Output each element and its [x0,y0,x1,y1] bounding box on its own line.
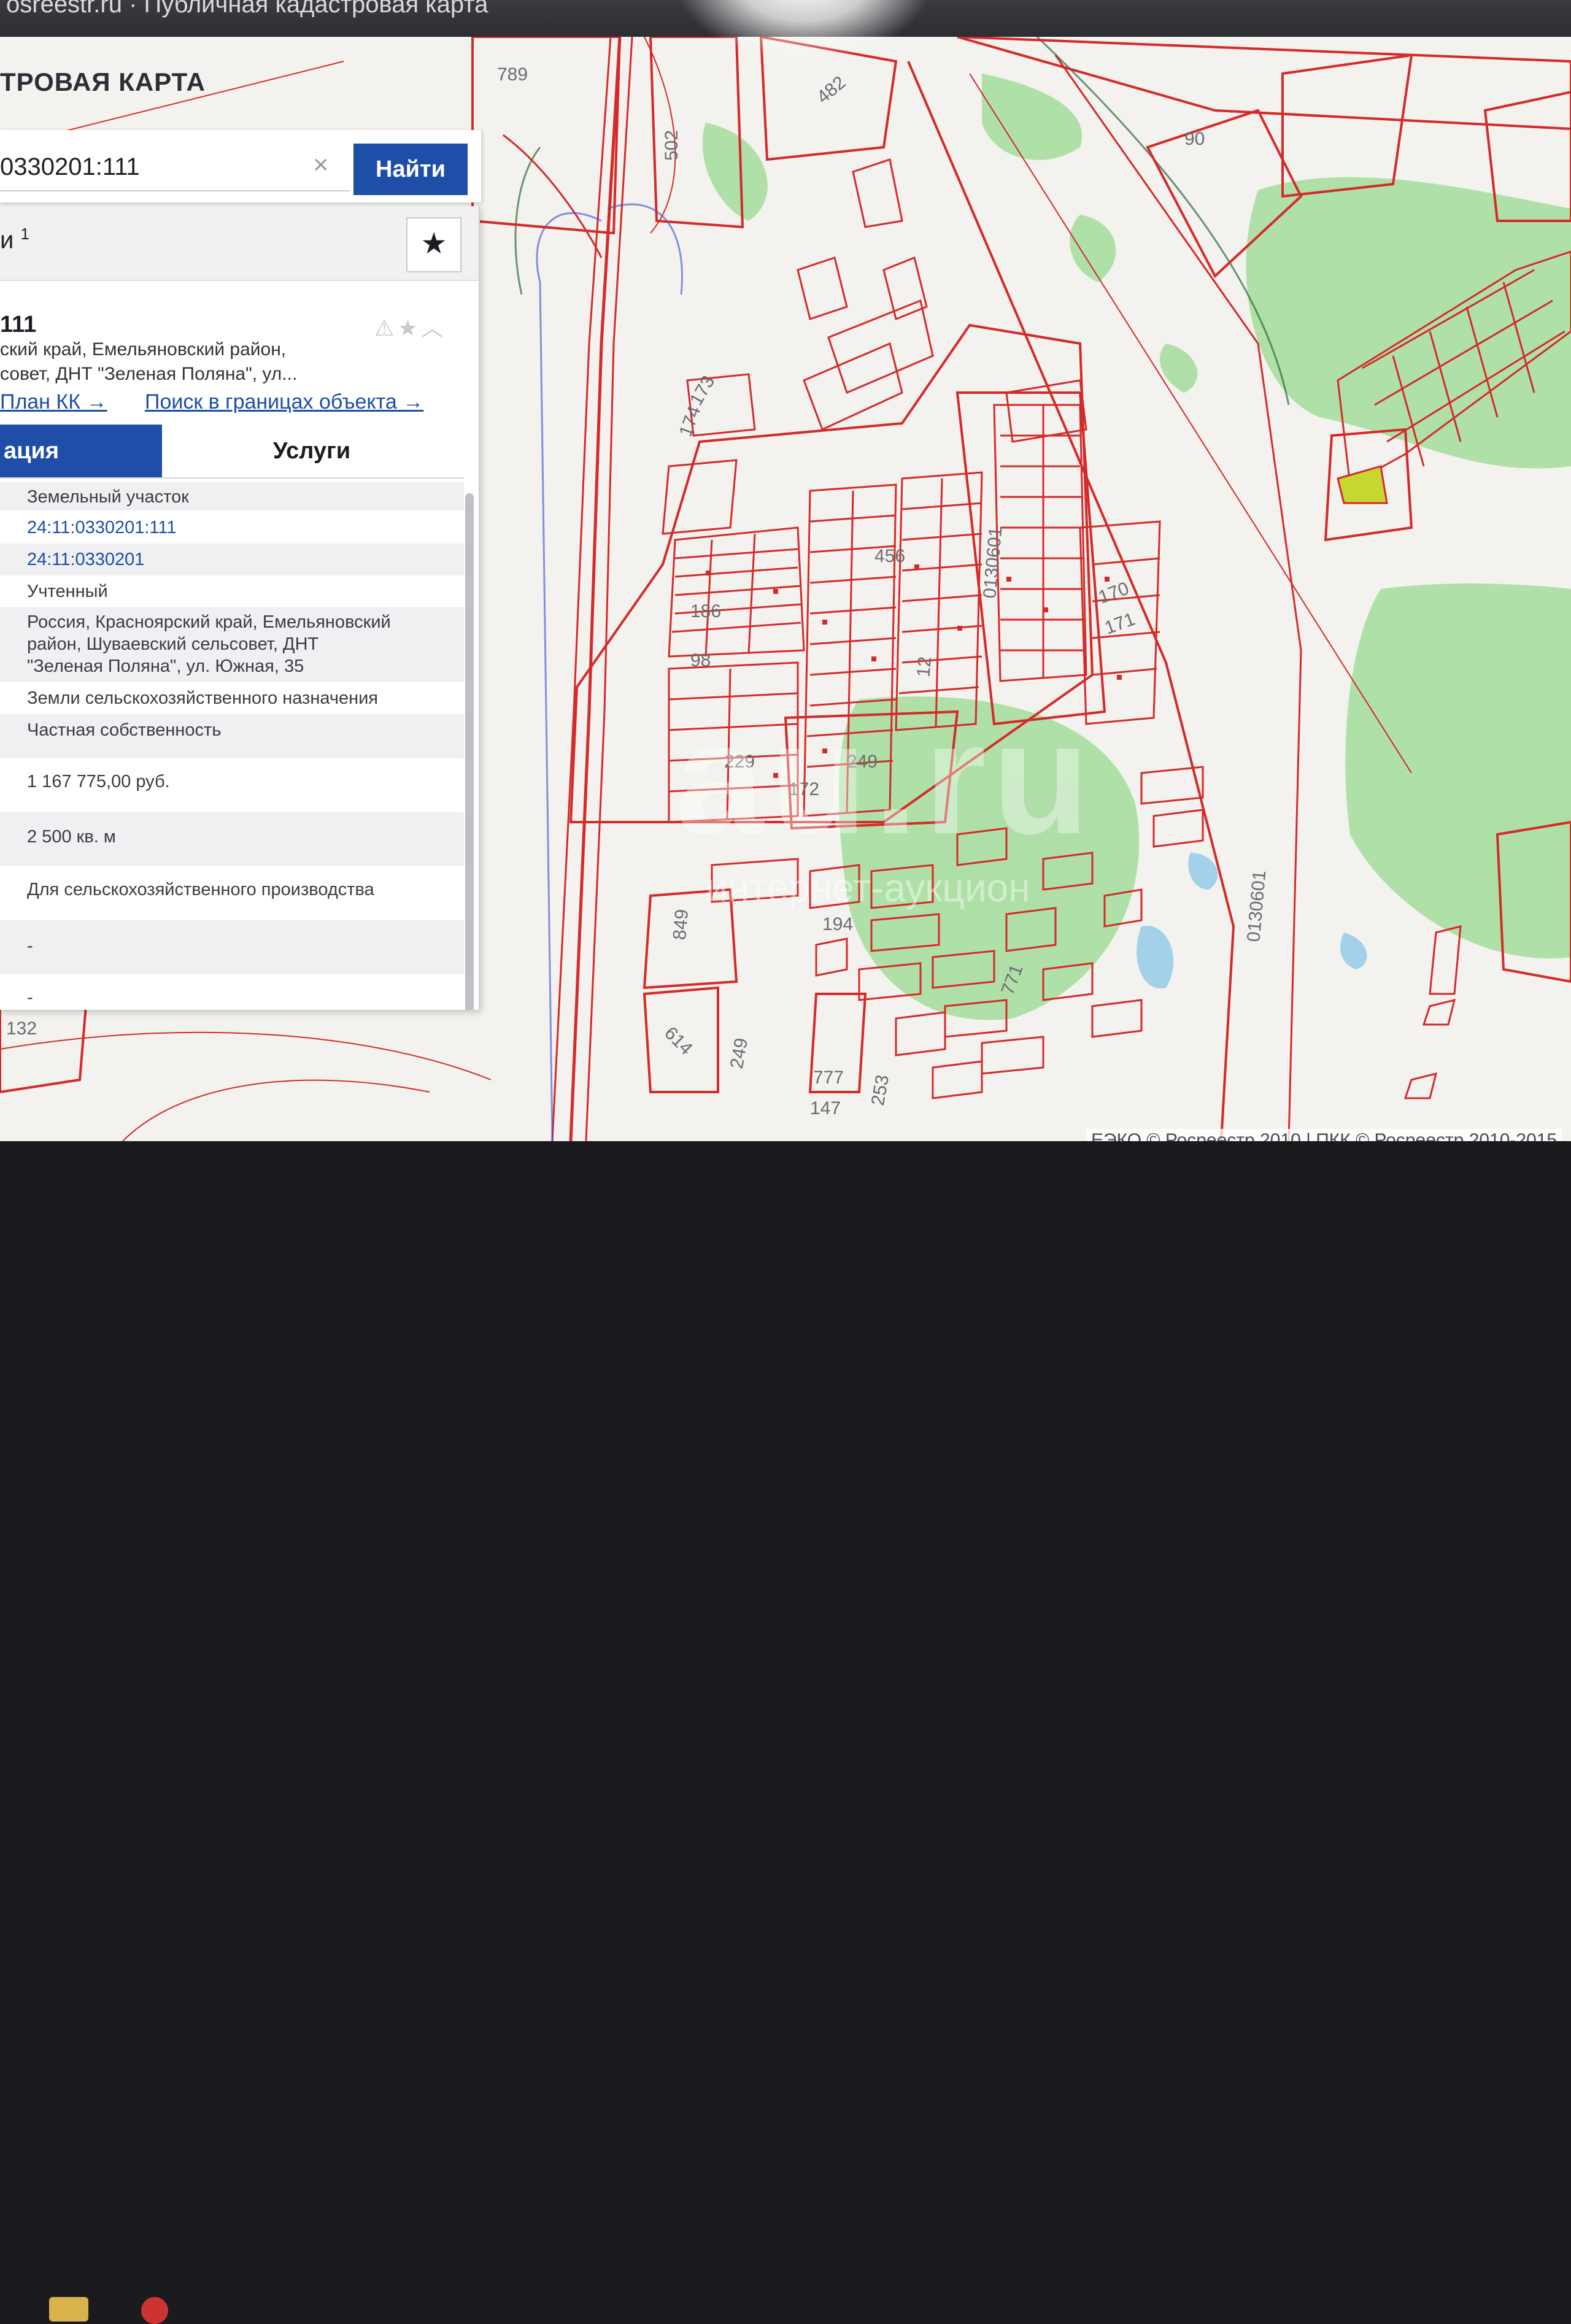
row-value: Для сельскохозяйственного производства [27,880,374,899]
map-label: 777 [813,1068,844,1088]
object-links: План КК → Поиск в границах объекта → [0,390,423,414]
search-panel: × Найти [0,130,482,202]
star-icon: ★ [420,228,447,260]
table-row: - [0,974,464,1010]
close-icon[interactable]: × [313,150,329,180]
map-label: 12 [913,655,936,679]
row-value: Учтенный [27,582,108,601]
map-label: 194 [822,914,854,934]
search-button[interactable]: Найти [353,144,468,195]
cadastral-number-link[interactable]: 24:11:0330201:111 [27,517,177,539]
map-label: 849 [669,908,693,941]
address-line: "Зеленая Поляна", ул. Южная, 35 [27,656,304,676]
row-value: - [27,988,33,1007]
address-line: район, Шуваевский сельсовет, ДНТ [27,634,319,654]
map-label: 90 [1184,129,1205,149]
row-value: 2 500 кв. м [27,827,116,847]
map-label: 132 [6,1018,37,1039]
row-value: Частная собственность [27,720,222,740]
table-row: - [0,920,464,974]
search-in-bounds-link[interactable]: Поиск в границах объекта → [145,390,423,414]
app-icon[interactable] [141,2297,168,2324]
page-title: ТРОВАЯ КАРТА [0,67,206,96]
table-row: Россия, Красноярский край, Емельяновский… [0,607,464,682]
taskbar [0,1141,1571,2324]
table-row: Для сельскохозяйственного производства [0,866,464,920]
object-address: ский край, Емельяновский район, совет, Д… [0,337,297,387]
results-count: 1 [20,225,29,243]
object-action-icons[interactable]: ⚠★︿ [374,310,447,342]
table-row: Земли сельскохозяйственного назначения [0,682,464,714]
folder-icon[interactable] [49,2297,88,2322]
row-value: Земельный участок [27,487,189,507]
address-line: совет, ДНТ "Зеленая Поляна", ул... [0,364,298,384]
object-number[interactable]: 111 [0,312,36,338]
browser-title-bar: osreestr.ru · Публичная кадастровая карт… [0,0,1571,39]
tab-information[interactable]: ация [0,425,162,477]
watermark-subtitle: интернет-аукцион [706,866,1030,910]
plan-kk-link[interactable]: План КК → [0,390,107,414]
favorite-button[interactable]: ★ [406,217,461,272]
tab-services[interactable]: Услуги [160,425,464,477]
table-row: Частная собственность [0,714,464,758]
result-panel: и 1 ★ 111 ⚠★︿ ский край, Емельяновский р… [0,206,480,1010]
address-line: ский край, Емельяновский район, [0,339,287,360]
map-label: 789 [497,64,528,85]
cadastral-quarter-link[interactable]: 24:11:0330201 [27,548,144,571]
map-label: 98 [690,650,711,671]
map-label: 147 [810,1098,841,1118]
results-label: и 1 [0,225,29,254]
table-row: 24:11:0330201 [0,544,464,575]
table-row: 2 500 кв. м [0,812,464,866]
map-label: 186 [690,601,722,621]
search-input[interactable] [0,144,350,191]
results-header: и 1 ★ [0,206,479,281]
table-row: 24:11:0330201:111 [0,510,464,544]
map-label: 456 [874,546,906,566]
watermark: au.ru [675,690,1096,868]
table-row: 1 167 775,00 руб. [0,758,464,812]
row-value: - [27,936,33,956]
table-row: Учтенный [0,575,464,607]
scrollbar[interactable] [465,493,474,1010]
row-value: 1 167 775,00 руб. [27,772,170,791]
table-row: Земельный участок [0,482,464,510]
row-value: Земли сельскохозяйственного назначения [27,688,378,708]
map-label: 502 [662,129,682,161]
map-copyright: ЕЭКО © Росреестр 2010 | ПКК © Росреестр … [1086,1129,1562,1141]
address-line: Россия, Красноярский край, Емельяновский [27,612,391,632]
browser-title: osreestr.ru · Публичная кадастровая карт… [6,0,488,18]
tabs: ация Услуги [0,425,464,479]
